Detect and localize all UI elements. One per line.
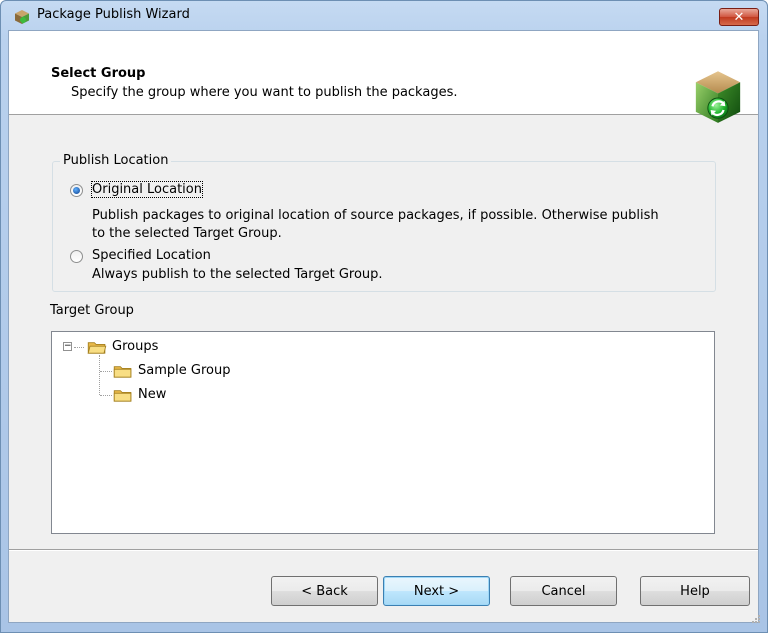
specified-location-description: Always publish to the selected Target Gr… xyxy=(92,267,383,282)
original-location-description-line2: to the selected Target Group. xyxy=(92,226,282,241)
original-location-description-line1: Publish packages to original location of… xyxy=(92,208,659,223)
cancel-button[interactable]: Cancel xyxy=(510,576,617,606)
original-location-label[interactable]: Original Location xyxy=(91,181,203,198)
tree-node-label: Sample Group xyxy=(138,363,231,378)
folder-icon xyxy=(113,365,132,378)
tree-collapse-toggle[interactable]: − xyxy=(63,342,72,351)
tree-line xyxy=(99,355,100,395)
help-button[interactable]: Help xyxy=(640,576,750,606)
target-group-label: Target Group xyxy=(50,303,134,318)
tree-node-sample-group[interactable]: Sample Group xyxy=(112,363,230,378)
tree-node-new[interactable]: New xyxy=(112,387,166,402)
button-separator xyxy=(9,549,758,551)
folder-open-icon xyxy=(87,341,107,354)
original-location-radio[interactable] xyxy=(70,184,83,197)
tree-line xyxy=(100,395,112,396)
resize-grip-icon[interactable] xyxy=(751,614,761,624)
package-refresh-icon xyxy=(695,71,741,123)
target-group-tree[interactable] xyxy=(51,331,715,534)
specified-location-label[interactable]: Specified Location xyxy=(92,248,211,263)
tree-node-label: Groups xyxy=(112,339,159,354)
package-icon xyxy=(15,10,29,24)
tree-node-label: New xyxy=(138,387,167,402)
tree-line xyxy=(100,371,112,372)
window-title: Package Publish Wizard xyxy=(37,7,190,22)
tree-node-groups[interactable]: Groups xyxy=(86,339,158,354)
back-button[interactable]: < Back xyxy=(271,576,378,606)
next-button[interactable]: Next > xyxy=(383,576,490,606)
close-icon: ✕ xyxy=(733,10,745,25)
page-title: Select Group xyxy=(51,66,146,81)
publish-location-legend: Publish Location xyxy=(60,153,172,168)
page-subtitle: Specify the group where you want to publ… xyxy=(71,85,458,100)
collapse-icon: − xyxy=(64,341,72,351)
title-bar[interactable]: Package Publish Wizard ✕ xyxy=(1,1,767,31)
folder-icon xyxy=(113,389,132,402)
tree-line xyxy=(74,347,84,348)
wizard-client-area xyxy=(8,30,759,623)
close-button[interactable]: ✕ xyxy=(719,8,759,26)
specified-location-radio[interactable] xyxy=(70,250,83,263)
